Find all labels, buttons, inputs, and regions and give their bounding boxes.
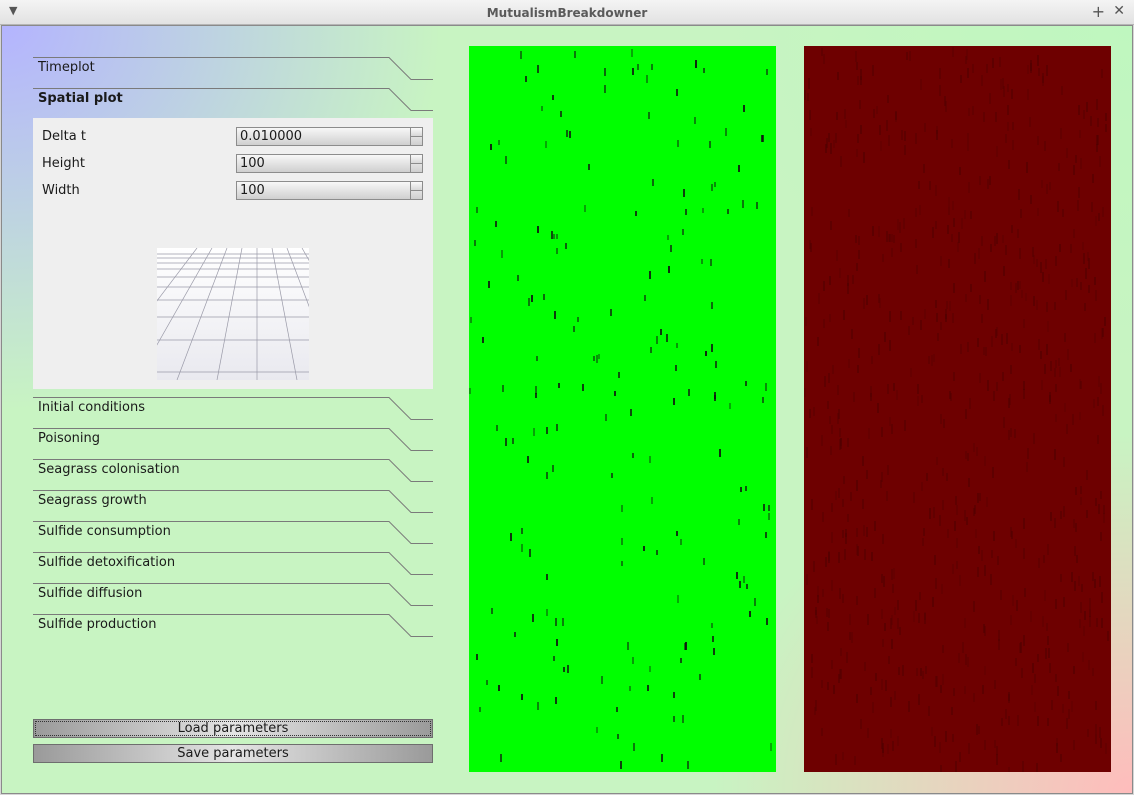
toolbox-tab-initial-conditions[interactable]: Initial conditions (33, 397, 433, 420)
load-parameters-button[interactable]: Load parameters (33, 719, 433, 738)
spin-buttons[interactable] (410, 128, 422, 145)
toolbox-tab-sulfide-consumption[interactable]: Sulfide consumption (33, 521, 433, 544)
save-parameters-button[interactable]: Save parameters (33, 744, 433, 763)
toolbox-tab-seagrass-growth[interactable]: Seagrass growth (33, 490, 433, 513)
close-icon[interactable]: ✕ (1113, 3, 1125, 19)
height-spinbox[interactable]: 100 (236, 154, 423, 173)
toolbox-tab-label: Initial conditions (38, 400, 145, 415)
toolbox-tab-label: Sulfide diffusion (38, 586, 143, 601)
seagrass-spatial-plot (469, 46, 776, 772)
spatial-plot-panel: Delta t 0.010000 Height 100 Width 100 (33, 118, 433, 389)
window-title: MutualismBreakdowner (486, 6, 648, 20)
delta-t-spinbox[interactable]: 0.010000 (236, 127, 423, 146)
height-label: Height (42, 156, 85, 171)
toolbox-tab-sulfide-detoxification[interactable]: Sulfide detoxification (33, 552, 433, 575)
sulfide-spatial-plot (804, 46, 1111, 772)
toolbox-tab-label: Timeplot (38, 60, 95, 75)
width-spinbox[interactable]: 100 (236, 181, 423, 200)
toolbox-tab-poisoning[interactable]: Poisoning (33, 428, 433, 451)
height-value: 100 (240, 156, 265, 171)
maximize-icon[interactable]: + (1092, 2, 1105, 21)
toolbox-tab-label: Seagrass growth (38, 493, 147, 508)
toolbox-tab-label: Sulfide production (38, 617, 157, 632)
spin-buttons[interactable] (410, 182, 422, 199)
3d-grid-plane-icon (157, 248, 309, 380)
spin-buttons[interactable] (410, 155, 422, 172)
width-label: Width (42, 183, 80, 198)
toolbox-tab-seagrass-colonisation[interactable]: Seagrass colonisation (33, 459, 433, 482)
toolbox-tab-sulfide-production[interactable]: Sulfide production (33, 614, 433, 637)
main-window: Timeplot Spatial plot Delta t 0.010000 H… (1, 25, 1133, 794)
toolbox-tab-label: Sulfide detoxification (38, 555, 176, 570)
delta-t-label: Delta t (42, 129, 86, 144)
delta-t-value: 0.010000 (240, 129, 303, 144)
title-bar: ▼ MutualismBreakdowner + ✕ (0, 0, 1134, 25)
toolbox-tab-label: Sulfide consumption (38, 524, 171, 539)
width-value: 100 (240, 183, 265, 198)
toolbox-tab-spatial-plot[interactable]: Spatial plot (33, 88, 433, 111)
toolbox-tab-timeplot[interactable]: Timeplot (33, 57, 433, 80)
toolbox-tab-label: Seagrass colonisation (38, 462, 180, 477)
toolbox-tab-sulfide-diffusion[interactable]: Sulfide diffusion (33, 583, 433, 606)
toolbox-tab-label: Poisoning (38, 431, 101, 446)
toolbox-tab-label: Spatial plot (38, 91, 123, 106)
